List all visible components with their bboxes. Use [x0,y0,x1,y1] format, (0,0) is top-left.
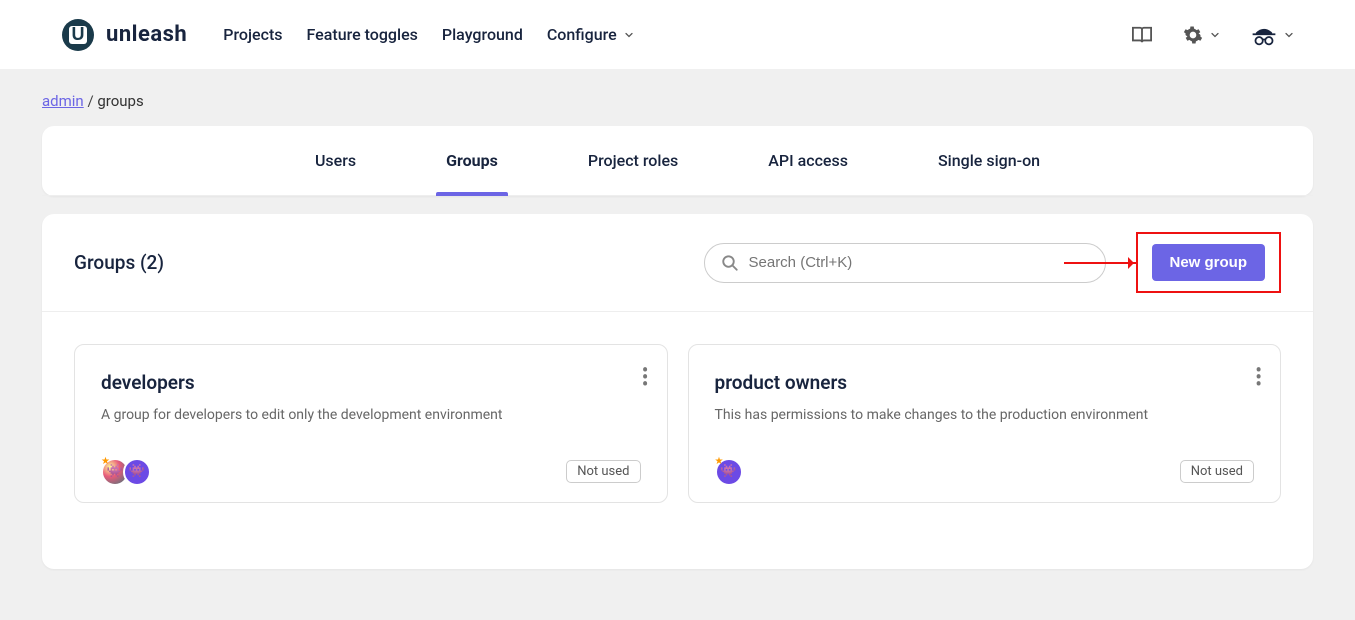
card-menu-button[interactable]: ••• [642,367,649,388]
top-icons [1131,22,1295,48]
group-name: product owners [715,371,1255,394]
gear-icon [1183,25,1203,45]
groups-panel: Groups (2) New group ••• developers A gr… [42,214,1313,569]
breadcrumb: admin / groups [0,70,1355,120]
main-nav: Projects Feature toggles Playground Conf… [223,25,634,44]
search-input[interactable] [749,254,1089,271]
chevron-down-icon [1283,29,1295,41]
user-menu-button[interactable] [1251,22,1295,48]
nav-playground[interactable]: Playground [442,25,523,44]
card-footer: ★👾 Not used [715,458,1255,486]
search-icon [721,254,739,272]
avatar: 👾 [123,458,151,486]
panel-header: Groups (2) New group [42,214,1313,312]
panel-title: Groups (2) [74,251,704,274]
group-description: A group for developers to edit only the … [101,406,641,426]
tabs-card: Users Groups Project roles API access Si… [42,126,1313,196]
topbar: U unleash Projects Feature toggles Playg… [0,0,1355,70]
tab-users[interactable]: Users [315,126,356,196]
annotation-highlight: New group [1136,232,1282,293]
chevron-down-icon [1209,29,1221,41]
member-avatars: ★👾 [715,458,743,486]
nav-projects[interactable]: Projects [223,25,282,44]
nav-feature-toggles[interactable]: Feature toggles [307,25,418,44]
tab-sso[interactable]: Single sign-on [938,126,1040,196]
group-card-product-owners[interactable]: ••• product owners This has permissions … [688,344,1282,503]
chevron-down-icon [623,29,635,41]
breadcrumb-admin[interactable]: admin [42,92,84,110]
incognito-icon [1251,22,1277,48]
card-footer: ★👾 👾 Not used [101,458,641,486]
card-menu-button[interactable]: ••• [1255,367,1262,388]
groups-grid: ••• developers A group for developers to… [42,312,1313,535]
tab-api-access[interactable]: API access [768,126,848,196]
nav-configure[interactable]: Configure [547,25,635,44]
admin-tabs: Users Groups Project roles API access Si… [42,126,1313,196]
tab-groups[interactable]: Groups [446,126,498,196]
member-avatars: ★👾 👾 [101,458,151,486]
usage-badge: Not used [1180,460,1254,483]
usage-badge: Not used [566,460,640,483]
book-icon [1131,25,1153,45]
breadcrumb-current: groups [97,92,143,110]
group-card-developers[interactable]: ••• developers A group for developers to… [74,344,668,503]
group-description: This has permissions to make changes to … [715,406,1255,426]
search-field[interactable] [704,243,1106,283]
annotation-arrow [1064,262,1138,264]
brand-logo[interactable]: U unleash [62,19,187,51]
brand-name: unleash [106,22,187,47]
docs-button[interactable] [1131,25,1153,45]
settings-button[interactable] [1183,25,1221,45]
group-name: developers [101,371,641,394]
avatar: ★👾 [715,458,743,486]
logo-icon: U [62,19,94,51]
nav-configure-label: Configure [547,25,617,44]
new-group-button[interactable]: New group [1152,244,1266,281]
tab-project-roles[interactable]: Project roles [588,126,678,196]
